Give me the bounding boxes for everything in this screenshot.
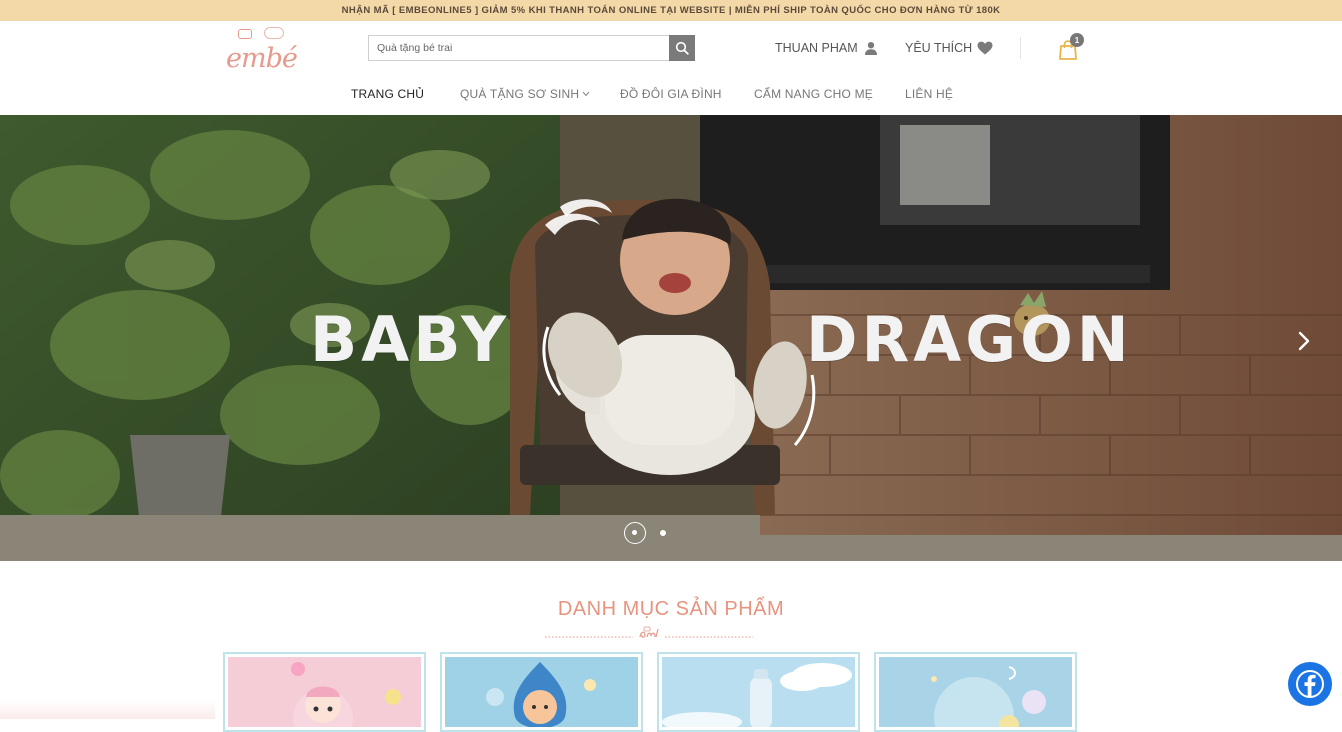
title-divider-decoration — [545, 626, 753, 638]
facebook-chat-button[interactable] — [1288, 662, 1332, 706]
nav-item-home[interactable]: TRANG CHỦ — [351, 87, 424, 101]
category-card-3[interactable] — [657, 652, 860, 732]
category-image-1 — [228, 657, 421, 727]
search-bar — [368, 35, 695, 61]
chevron-down-icon — [582, 91, 590, 97]
hero-title-left: BABY — [310, 303, 511, 376]
nav-item-contact[interactable]: LIÊN HỆ — [905, 87, 953, 101]
nav-item-mom-guide[interactable]: CẨM NANG CHO MẸ — [754, 87, 873, 101]
category-card-2[interactable] — [440, 652, 643, 732]
facebook-icon — [1296, 670, 1324, 698]
logo-bubble-icon — [238, 29, 252, 39]
slider-dot-1[interactable] — [624, 522, 646, 544]
wishlist-link[interactable]: YÊU THÍCH — [905, 40, 993, 56]
search-input[interactable] — [368, 35, 669, 61]
category-image-3 — [662, 657, 855, 727]
slider-next-button[interactable] — [1290, 323, 1318, 359]
account-link[interactable]: THUAN PHAM — [775, 40, 878, 56]
user-icon — [864, 42, 877, 55]
category-image-4 — [879, 657, 1072, 727]
site-header: embé THUAN PHAM YÊU THÍCH 1 — [0, 21, 1342, 115]
category-card-4[interactable] — [874, 652, 1077, 732]
hero-image — [0, 115, 1342, 561]
logo-mini-icon — [639, 626, 659, 638]
heart-icon — [977, 41, 993, 55]
search-button[interactable] — [669, 35, 695, 61]
category-section-title: DANH MỤC SẢN PHẨM — [557, 598, 785, 620]
category-image-2 — [445, 657, 638, 727]
nav-item-newborn-gifts[interactable]: QUÀ TẶNG SƠ SINH — [460, 87, 590, 101]
wishlist-label: YÊU THÍCH — [905, 41, 973, 55]
cart-count-badge: 1 — [1070, 33, 1084, 47]
promo-text: NHẬN MÃ [ EMBEONLINE5 ] GIẢM 5% KHI THAN… — [341, 5, 1001, 16]
hero-slider[interactable]: BABY DRAGON — [0, 115, 1342, 561]
chevron-right-icon — [1298, 331, 1310, 351]
nav-item-family-outfits[interactable]: ĐỒ ĐÔI GIA ĐÌNH — [620, 87, 722, 101]
bottom-fade — [0, 700, 215, 719]
search-icon — [675, 41, 689, 55]
cart-button[interactable]: 1 — [1057, 33, 1085, 61]
logo-wordmark: embé — [226, 43, 298, 74]
site-logo[interactable]: embé — [224, 27, 298, 74]
slider-dot-2[interactable] — [660, 530, 666, 536]
account-label: THUAN PHAM — [775, 41, 858, 55]
header-divider — [1020, 37, 1021, 59]
main-nav: TRANG CHỦ QUÀ TẶNG SƠ SINH ĐỒ ĐÔI GIA ĐÌ… — [0, 85, 1342, 105]
promo-bar: NHẬN MÃ [ EMBEONLINE5 ] GIẢM 5% KHI THAN… — [0, 0, 1342, 21]
category-card-1[interactable] — [223, 652, 426, 732]
logo-bubble-icon — [264, 27, 284, 39]
hero-title-right: DRAGON — [806, 303, 1133, 376]
